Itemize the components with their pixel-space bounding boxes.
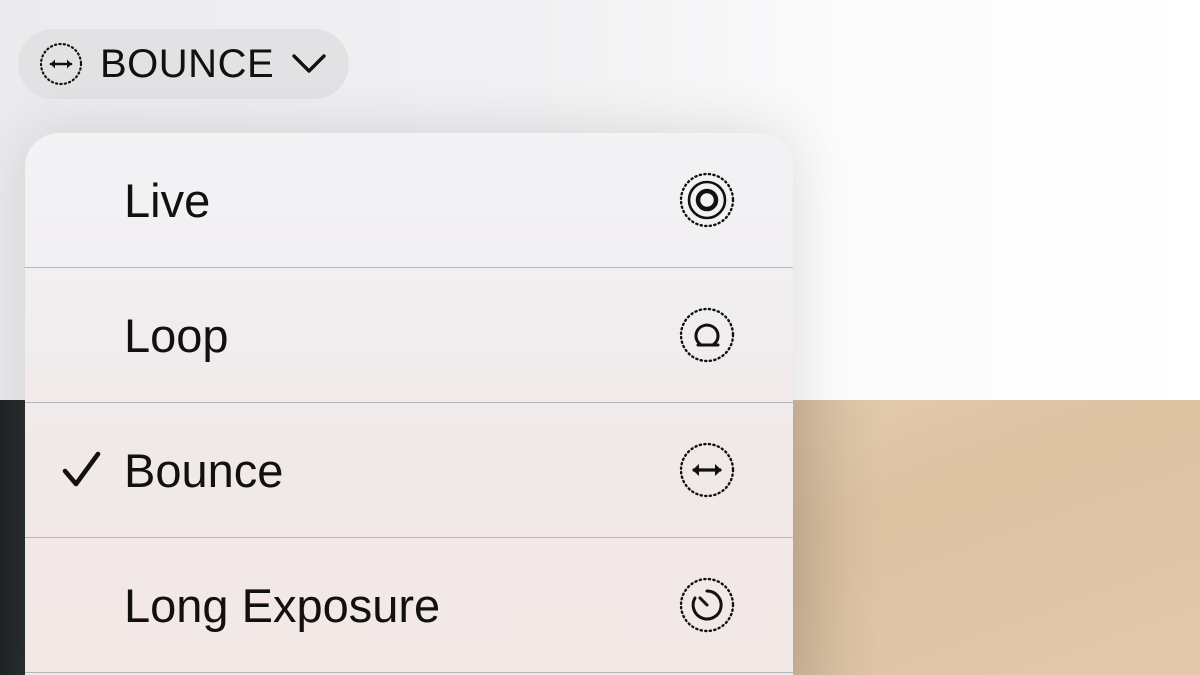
menu-item-bounce[interactable]: Bounce	[25, 403, 793, 538]
live-mode-menu: Live Loop Bounce Long Exposure	[25, 133, 793, 675]
checkmark-icon	[61, 450, 101, 490]
live-mode-dropdown-button[interactable]: BOUNCE	[18, 29, 349, 99]
chevron-down-icon	[290, 45, 328, 83]
menu-item-label: Live	[124, 173, 211, 227]
menu-item-label: Loop	[124, 308, 229, 362]
menu-item-loop[interactable]: Loop	[25, 268, 793, 403]
menu-item-label: Bounce	[124, 443, 284, 497]
menu-item-long-exposure[interactable]: Long Exposure	[25, 538, 793, 673]
screen: BOUNCE Live Loop Bounce Long Exposure	[0, 0, 1200, 675]
menu-item-live[interactable]: Live	[25, 133, 793, 268]
loop-icon	[678, 306, 736, 364]
live-photo-icon	[678, 171, 736, 229]
mode-label: BOUNCE	[100, 42, 275, 86]
menu-item-label: Long Exposure	[124, 578, 441, 632]
bounce-arrows-icon	[38, 41, 84, 87]
bounce-icon	[678, 441, 736, 499]
long-exposure-icon	[678, 576, 736, 634]
